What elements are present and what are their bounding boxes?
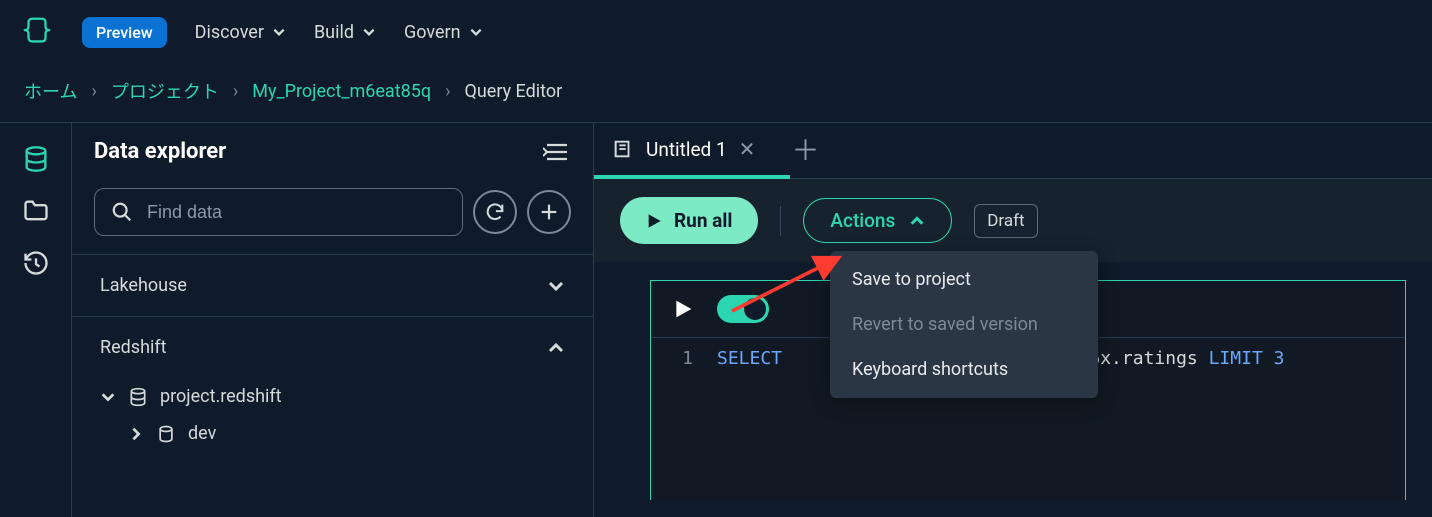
breadcrumb-sep: › <box>445 81 450 102</box>
actions-button[interactable]: Actions <box>803 198 952 243</box>
tab-untitled-1[interactable]: Untitled 1 ✕ <box>594 123 773 175</box>
breadcrumb: ホーム › プロジェクト › My_Project_m6eat85q › Que… <box>0 64 1432 122</box>
nav-build-label: Build <box>314 22 354 43</box>
breadcrumb-sep: › <box>91 81 96 102</box>
breadcrumb-current: Query Editor <box>464 81 562 102</box>
nav-discover[interactable]: Discover <box>195 22 286 43</box>
query-editor: Untitled 1 ✕ ＋ Run all Actions Draft Sav… <box>594 123 1432 517</box>
tree-item-dev[interactable]: dev <box>100 415 565 452</box>
history-icon[interactable] <box>22 249 50 277</box>
database-icon <box>156 424 176 444</box>
data-explorer-panel: Data explorer <box>72 123 594 517</box>
nav-discover-label: Discover <box>195 22 264 43</box>
nav-govern-label: Govern <box>404 22 461 43</box>
product-logo-icon <box>20 15 54 49</box>
top-nav: Preview Discover Build Govern <box>0 0 1432 64</box>
tab-label: Untitled 1 <box>646 138 727 161</box>
tab-bar: Untitled 1 ✕ ＋ <box>594 123 1432 179</box>
draft-badge: Draft <box>974 204 1037 238</box>
refresh-button[interactable] <box>473 190 517 234</box>
run-cell-button[interactable] <box>673 299 693 319</box>
panel-title: Data explorer <box>94 139 226 164</box>
notebook-icon <box>612 138 634 160</box>
database-icon[interactable] <box>22 145 50 173</box>
chevron-down-icon <box>547 277 565 295</box>
folder-icon[interactable] <box>22 197 50 225</box>
breadcrumb-projects[interactable]: プロジェクト <box>111 78 219 104</box>
section-redshift-label: Redshift <box>100 337 167 358</box>
tree-item-label: project.redshift <box>160 386 282 407</box>
play-icon <box>646 213 662 229</box>
editor-toolbar: Run all Actions Draft Save to project Re… <box>594 179 1432 262</box>
section-redshift[interactable]: Redshift <box>72 317 593 378</box>
actions-menu: Save to project Revert to saved version … <box>830 251 1098 398</box>
menu-revert[interactable]: Revert to saved version <box>830 302 1098 347</box>
section-lakehouse[interactable]: Lakehouse <box>72 255 593 316</box>
search-input-wrapper[interactable] <box>94 188 463 236</box>
chevron-down-icon <box>100 389 116 405</box>
plus-icon <box>538 201 560 223</box>
search-input[interactable] <box>147 202 446 223</box>
nav-govern[interactable]: Govern <box>404 22 483 43</box>
line-number: 1 <box>673 348 693 369</box>
menu-keyboard-shortcuts[interactable]: Keyboard shortcuts <box>830 347 1098 392</box>
run-all-label: Run all <box>674 209 732 232</box>
chevron-down-icon <box>469 25 483 39</box>
chevron-up-icon <box>547 339 565 357</box>
tree-item-project-redshift[interactable]: project.redshift <box>100 378 565 415</box>
collapse-panel-icon[interactable] <box>543 140 571 164</box>
nav-build[interactable]: Build <box>314 22 376 43</box>
breadcrumb-home[interactable]: ホーム <box>24 78 77 104</box>
chevron-down-icon <box>272 25 286 39</box>
tree-item-label: dev <box>188 423 216 444</box>
add-button[interactable] <box>527 190 571 234</box>
code-text: SELECT <box>717 348 782 369</box>
chevron-up-icon <box>909 213 925 229</box>
run-all-button[interactable]: Run all <box>620 197 758 244</box>
search-icon <box>111 201 133 223</box>
add-tab-button[interactable]: ＋ <box>773 129 837 169</box>
preview-badge: Preview <box>82 17 167 48</box>
divider <box>780 206 781 236</box>
breadcrumb-sep: › <box>233 81 238 102</box>
chevron-right-icon <box>128 426 144 442</box>
refresh-icon <box>484 201 506 223</box>
menu-save-to-project[interactable]: Save to project <box>830 257 1098 302</box>
icon-rail <box>0 123 72 517</box>
database-icon <box>128 387 148 407</box>
section-lakehouse-label: Lakehouse <box>100 275 187 296</box>
close-icon[interactable]: ✕ <box>739 137 756 161</box>
breadcrumb-project-name[interactable]: My_Project_m6eat85q <box>252 81 431 102</box>
main-area: Data explorer <box>0 122 1432 517</box>
annotation-arrow <box>724 249 854 319</box>
chevron-down-icon <box>362 25 376 39</box>
actions-label: Actions <box>830 209 895 232</box>
